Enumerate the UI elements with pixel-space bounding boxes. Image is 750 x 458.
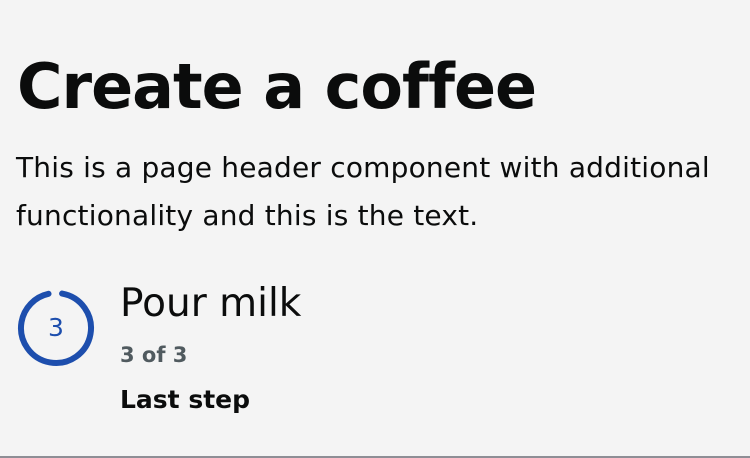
step-progress-indicator: 3 [16,288,96,368]
step-number: 3 [48,313,64,342]
page-title: Create a coffee [17,50,537,123]
step-count: 3 of 3 [120,343,188,367]
step-title: Pour milk [120,281,302,326]
step-status: Last step [120,385,251,414]
page-header: Create a coffee This is a page header co… [0,0,750,456]
page-description: This is a page header component with add… [16,151,710,232]
